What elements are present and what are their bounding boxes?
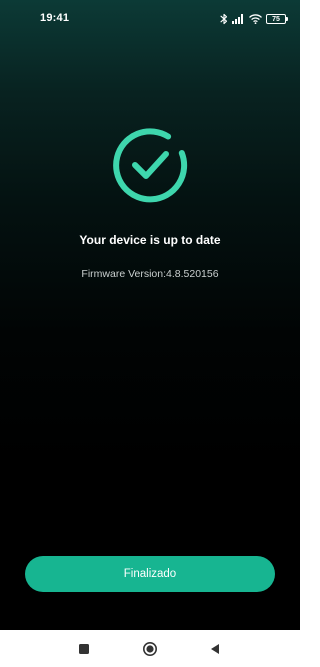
update-status-title: Your device is up to date xyxy=(79,233,221,247)
wifi-icon xyxy=(249,14,262,24)
signal-icon xyxy=(232,14,245,24)
navigation-bar xyxy=(0,630,300,667)
status-bar: 19:41 75 xyxy=(0,0,300,40)
recent-apps-icon[interactable] xyxy=(64,630,104,667)
status-time: 19:41 xyxy=(40,12,70,24)
bluetooth-icon xyxy=(220,13,228,25)
back-icon[interactable] xyxy=(195,630,235,667)
update-complete-screen: 19:41 75 Your device is up to date Firmw… xyxy=(0,0,300,667)
finish-button[interactable]: Finalizado xyxy=(25,556,275,592)
check-circle-icon xyxy=(109,124,191,206)
battery-level: 75 xyxy=(272,15,280,23)
home-icon[interactable] xyxy=(130,630,170,667)
firmware-version: Firmware Version:4.8.520156 xyxy=(81,268,219,280)
status-icons: 75 xyxy=(220,12,288,26)
battery-icon: 75 xyxy=(266,14,288,24)
